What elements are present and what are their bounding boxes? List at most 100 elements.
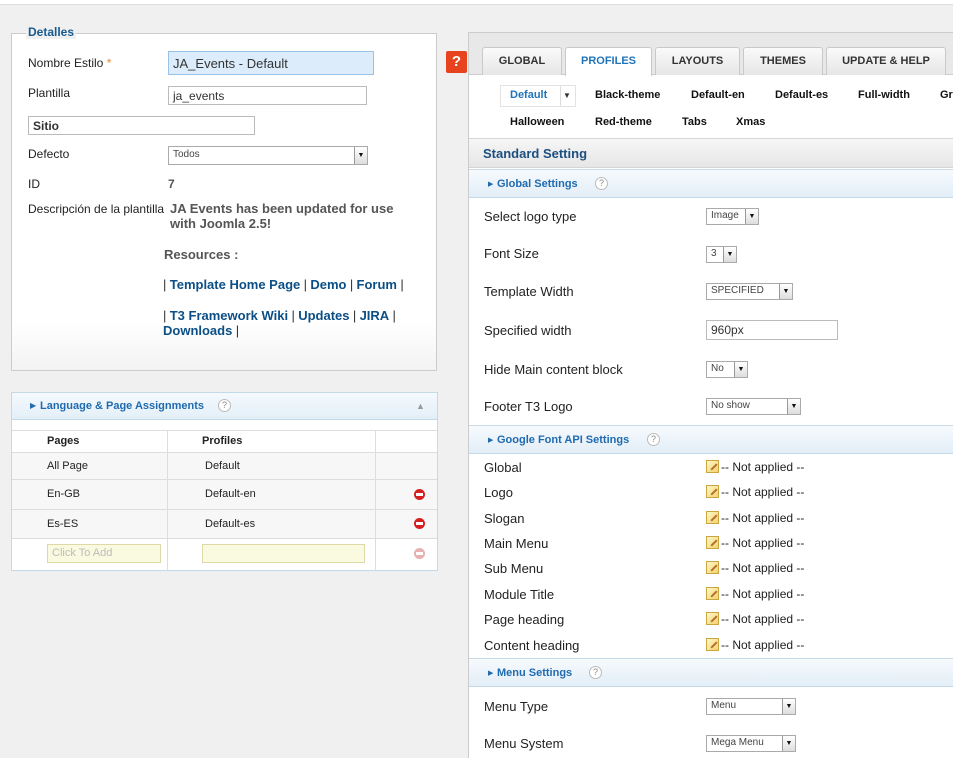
profile-red-theme[interactable]: Red-theme xyxy=(595,116,652,128)
forum-link[interactable]: Forum xyxy=(357,277,397,292)
global-settings-title: Global Settings xyxy=(497,178,578,190)
tab-global[interactable]: GLOBAL xyxy=(482,47,562,75)
help-button[interactable]: ? xyxy=(446,51,467,73)
profile-default-es[interactable]: Default-es xyxy=(775,89,828,101)
edit-pencil-icon[interactable] xyxy=(706,536,719,549)
edit-pencil-icon[interactable] xyxy=(706,485,719,498)
gfont-value[interactable]: -- Not applied -- xyxy=(706,638,804,652)
chevron-down-icon: ▼ xyxy=(723,247,736,262)
triangle-right-icon: ▶ xyxy=(488,670,494,677)
table-top-line xyxy=(12,430,437,431)
hide-main-select[interactable]: No ▼ xyxy=(706,361,748,378)
gfont-value[interactable]: -- Not applied -- xyxy=(706,511,804,525)
tab-themes[interactable]: THEMES xyxy=(743,47,823,75)
edit-pencil-icon[interactable] xyxy=(706,612,719,625)
assignments-header[interactable]: ▶ Language & Page Assignments ? ▲ xyxy=(12,393,437,420)
google-font-header[interactable]: ▶ Google Font API Settings ? xyxy=(469,425,953,454)
template-label: Plantilla xyxy=(28,86,71,100)
menu-settings-title: Menu Settings xyxy=(497,667,573,679)
logo-type-select[interactable]: Image ▼ xyxy=(706,208,759,225)
menu-settings-header[interactable]: ▶ Menu Settings ? xyxy=(469,658,953,687)
id-label: ID xyxy=(28,177,40,191)
footer-logo-select[interactable]: No show ▼ xyxy=(706,398,801,415)
col-profiles-header: Profiles xyxy=(202,435,243,447)
specified-width-input[interactable]: 960px xyxy=(706,320,838,340)
row-profile: Default xyxy=(205,460,240,472)
add-page-input[interactable]: Click To Add xyxy=(47,544,161,563)
divider xyxy=(560,86,561,106)
menu-system-select[interactable]: Mega Menu ▼ xyxy=(706,735,796,752)
t3-wiki-link[interactable]: T3 Framework Wiki xyxy=(170,308,288,323)
help-icon[interactable]: ? xyxy=(595,177,608,190)
profile-default-en[interactable]: Default-en xyxy=(691,89,745,101)
id-value: 7 xyxy=(168,177,175,191)
help-icon[interactable]: ? xyxy=(647,433,660,446)
table-row: Es-ES Default-es xyxy=(12,510,437,539)
default-label: Defecto xyxy=(28,147,70,161)
resource-links-row3: Downloads | xyxy=(163,323,240,338)
template-input[interactable]: ja_events xyxy=(168,86,367,105)
edit-pencil-icon[interactable] xyxy=(706,460,719,473)
style-name-label: Nombre Estilo * xyxy=(28,56,112,70)
profile-default[interactable]: Default xyxy=(510,89,547,101)
col-divider xyxy=(375,430,376,570)
downloads-link[interactable]: Downloads xyxy=(163,323,232,338)
default-select[interactable]: Todos ▼ xyxy=(168,146,368,165)
demo-link[interactable]: Demo xyxy=(310,277,346,292)
help-icon[interactable]: ? xyxy=(218,399,231,412)
updates-link[interactable]: Updates xyxy=(298,308,349,323)
remove-icon[interactable] xyxy=(414,489,425,500)
resources-label: Resources : xyxy=(164,247,239,262)
menu-type-select[interactable]: Menu ▼ xyxy=(706,698,796,715)
triangle-right-icon: ▶ xyxy=(30,401,37,410)
hide-main-label: Hide Main content block xyxy=(484,362,623,377)
gfont-value[interactable]: -- Not applied -- xyxy=(706,485,804,499)
edit-pencil-icon[interactable] xyxy=(706,587,719,600)
resource-links-row1: | Template Home Page | Demo | Forum | xyxy=(163,277,404,292)
chevron-down-icon[interactable]: ▼ xyxy=(563,91,571,100)
style-name-input[interactable]: JA_Events - Default xyxy=(168,51,374,75)
google-font-title: Google Font API Settings xyxy=(497,434,630,446)
font-size-select[interactable]: 3 ▼ xyxy=(706,246,737,263)
col-divider xyxy=(167,430,168,570)
gfont-label: Global xyxy=(484,460,522,475)
template-width-label: Template Width xyxy=(484,284,574,299)
gfont-value[interactable]: -- Not applied -- xyxy=(706,612,804,626)
tab-profiles[interactable]: PROFILES xyxy=(565,47,652,76)
remove-icon[interactable] xyxy=(414,518,425,529)
gfont-value[interactable]: -- Not applied -- xyxy=(706,587,804,601)
gfont-value[interactable]: -- Not applied -- xyxy=(706,536,804,550)
add-row: Click To Add xyxy=(12,539,437,570)
add-profile-input[interactable] xyxy=(202,544,365,563)
profile-tabs[interactable]: Tabs xyxy=(682,116,707,128)
template-home-link[interactable]: Template Home Page xyxy=(170,277,301,292)
tab-update-help[interactable]: UPDATE & HELP xyxy=(826,47,946,75)
template-width-select[interactable]: SPECIFIED ▼ xyxy=(706,283,793,300)
chevron-down-icon: ▼ xyxy=(787,399,800,414)
top-border xyxy=(0,0,953,5)
assignments-title: Language & Page Assignments xyxy=(40,400,205,412)
tab-layouts[interactable]: LAYOUTS xyxy=(655,47,740,75)
profile-gr[interactable]: Gr xyxy=(940,89,953,101)
table-row: All Page Default xyxy=(12,453,437,480)
collapse-up-icon[interactable]: ▲ xyxy=(416,401,425,411)
table-row: En-GB Default-en xyxy=(12,480,437,510)
footer-logo-label: Footer T3 Logo xyxy=(484,399,573,414)
chevron-down-icon: ▼ xyxy=(354,147,367,164)
site-input[interactable]: Sitio xyxy=(28,116,255,135)
global-settings-header[interactable]: ▶ Global Settings ? xyxy=(469,169,953,198)
profile-halloween[interactable]: Halloween xyxy=(510,116,564,128)
gfont-value[interactable]: -- Not applied -- xyxy=(706,460,804,474)
edit-pencil-icon[interactable] xyxy=(706,511,719,524)
help-icon[interactable]: ? xyxy=(589,666,602,679)
profile-xmas[interactable]: Xmas xyxy=(736,116,765,128)
profile-full-width[interactable]: Full-width xyxy=(858,89,910,101)
profile-black-theme[interactable]: Black-theme xyxy=(595,89,660,101)
edit-pencil-icon[interactable] xyxy=(706,638,719,651)
jira-link[interactable]: JIRA xyxy=(360,308,390,323)
edit-pencil-icon[interactable] xyxy=(706,561,719,574)
gfont-value[interactable]: -- Not applied -- xyxy=(706,561,804,575)
gfont-label: Sub Menu xyxy=(484,561,544,576)
triangle-right-icon: ▶ xyxy=(488,437,494,444)
menu-system-label: Menu System xyxy=(484,736,564,751)
